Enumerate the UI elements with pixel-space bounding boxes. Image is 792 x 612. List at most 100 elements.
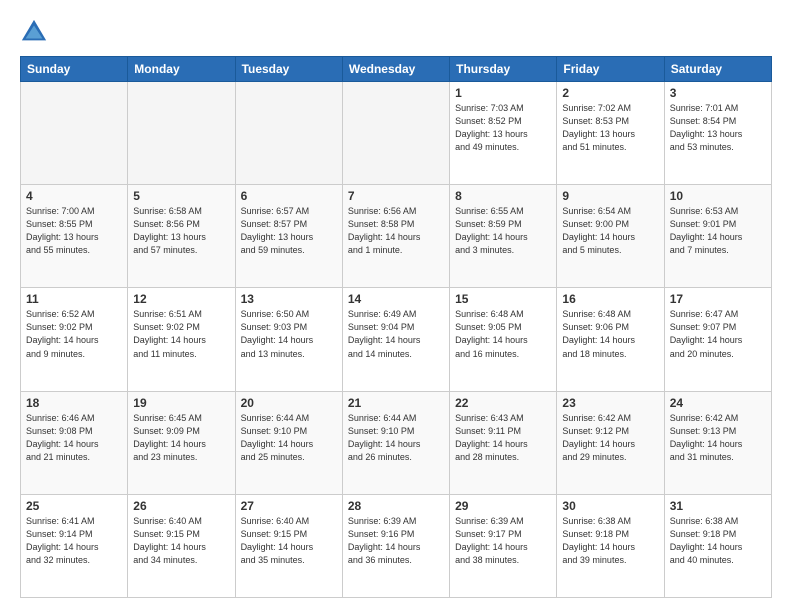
day-info: Sunrise: 6:54 AM Sunset: 9:00 PM Dayligh… (562, 205, 658, 257)
weekday-header-monday: Monday (128, 57, 235, 82)
calendar-cell: 30 Sunrise: 6:38 AM Sunset: 9:18 PM Dayli… (557, 494, 664, 597)
day-number: 22 (455, 396, 551, 410)
calendar-cell: 2 Sunrise: 7:02 AM Sunset: 8:53 PM Daylig… (557, 82, 664, 185)
day-info: Sunrise: 6:42 AM Sunset: 9:13 PM Dayligh… (670, 412, 766, 464)
day-info: Sunrise: 6:46 AM Sunset: 9:08 PM Dayligh… (26, 412, 122, 464)
calendar-cell: 21 Sunrise: 6:44 AM Sunset: 9:10 PM Dayli… (342, 391, 449, 494)
calendar-cell: 1Sunrise: 7:03 AM Sunset: 8:52 PM Daylig… (450, 82, 557, 185)
day-info: Sunrise: 6:43 AM Sunset: 9:11 PM Dayligh… (455, 412, 551, 464)
day-number: 24 (670, 396, 766, 410)
day-info: Sunrise: 6:51 AM Sunset: 9:02 PM Dayligh… (133, 308, 229, 360)
day-number: 15 (455, 292, 551, 306)
calendar-cell: 24 Sunrise: 6:42 AM Sunset: 9:13 PM Dayli… (664, 391, 771, 494)
calendar-cell: 23 Sunrise: 6:42 AM Sunset: 9:12 PM Dayli… (557, 391, 664, 494)
day-info: Sunrise: 6:42 AM Sunset: 9:12 PM Dayligh… (562, 412, 658, 464)
calendar-cell: 11 Sunrise: 6:52 AM Sunset: 9:02 PM Dayli… (21, 288, 128, 391)
calendar-cell: 3 Sunrise: 7:01 AM Sunset: 8:54 PM Daylig… (664, 82, 771, 185)
day-info: Sunrise: 6:44 AM Sunset: 9:10 PM Dayligh… (348, 412, 444, 464)
calendar-cell: 16 Sunrise: 6:48 AM Sunset: 9:06 PM Dayli… (557, 288, 664, 391)
day-number: 27 (241, 499, 337, 513)
day-info: Sunrise: 6:48 AM Sunset: 9:06 PM Dayligh… (562, 308, 658, 360)
day-info: Sunrise: 6:50 AM Sunset: 9:03 PM Dayligh… (241, 308, 337, 360)
day-info: Sunrise: 6:47 AM Sunset: 9:07 PM Dayligh… (670, 308, 766, 360)
day-number: 3 (670, 86, 766, 100)
day-number: 7 (348, 189, 444, 203)
calendar-cell: 15 Sunrise: 6:48 AM Sunset: 9:05 PM Dayli… (450, 288, 557, 391)
calendar-cell: 14 Sunrise: 6:49 AM Sunset: 9:04 PM Dayli… (342, 288, 449, 391)
calendar-cell: 18Sunrise: 6:46 AM Sunset: 9:08 PM Dayli… (21, 391, 128, 494)
day-number: 29 (455, 499, 551, 513)
calendar-cell: 13 Sunrise: 6:50 AM Sunset: 9:03 PM Dayli… (235, 288, 342, 391)
week-row-1: 1Sunrise: 7:03 AM Sunset: 8:52 PM Daylig… (21, 82, 772, 185)
calendar-cell: 7Sunrise: 6:56 AM Sunset: 8:58 PM Daylig… (342, 185, 449, 288)
calendar-cell: 5 Sunrise: 6:58 AM Sunset: 8:56 PM Daylig… (128, 185, 235, 288)
day-number: 14 (348, 292, 444, 306)
day-info: Sunrise: 6:39 AM Sunset: 9:17 PM Dayligh… (455, 515, 551, 567)
day-number: 4 (26, 189, 122, 203)
day-info: Sunrise: 6:55 AM Sunset: 8:59 PM Dayligh… (455, 205, 551, 257)
weekday-header-sunday: Sunday (21, 57, 128, 82)
calendar-cell: 25Sunrise: 6:41 AM Sunset: 9:14 PM Dayli… (21, 494, 128, 597)
day-info: Sunrise: 6:49 AM Sunset: 9:04 PM Dayligh… (348, 308, 444, 360)
weekday-header-friday: Friday (557, 57, 664, 82)
calendar-cell: 8 Sunrise: 6:55 AM Sunset: 8:59 PM Daylig… (450, 185, 557, 288)
calendar: SundayMondayTuesdayWednesdayThursdayFrid… (20, 56, 772, 598)
day-info: Sunrise: 6:40 AM Sunset: 9:15 PM Dayligh… (133, 515, 229, 567)
calendar-cell: 27 Sunrise: 6:40 AM Sunset: 9:15 PM Dayli… (235, 494, 342, 597)
day-number: 16 (562, 292, 658, 306)
day-number: 20 (241, 396, 337, 410)
week-row-3: 11 Sunrise: 6:52 AM Sunset: 9:02 PM Dayli… (21, 288, 772, 391)
day-info: Sunrise: 7:01 AM Sunset: 8:54 PM Dayligh… (670, 102, 766, 154)
day-number: 30 (562, 499, 658, 513)
day-info: Sunrise: 6:44 AM Sunset: 9:10 PM Dayligh… (241, 412, 337, 464)
day-number: 25 (26, 499, 122, 513)
day-info: Sunrise: 6:40 AM Sunset: 9:15 PM Dayligh… (241, 515, 337, 567)
day-number: 21 (348, 396, 444, 410)
week-row-4: 18Sunrise: 6:46 AM Sunset: 9:08 PM Dayli… (21, 391, 772, 494)
day-number: 9 (562, 189, 658, 203)
day-number: 17 (670, 292, 766, 306)
calendar-cell (235, 82, 342, 185)
day-info: Sunrise: 6:48 AM Sunset: 9:05 PM Dayligh… (455, 308, 551, 360)
day-info: Sunrise: 6:38 AM Sunset: 9:18 PM Dayligh… (562, 515, 658, 567)
calendar-cell: 17 Sunrise: 6:47 AM Sunset: 9:07 PM Dayli… (664, 288, 771, 391)
day-number: 8 (455, 189, 551, 203)
weekday-header-wednesday: Wednesday (342, 57, 449, 82)
day-number: 23 (562, 396, 658, 410)
logo (20, 18, 52, 46)
day-info: Sunrise: 6:52 AM Sunset: 9:02 PM Dayligh… (26, 308, 122, 360)
calendar-cell: 6 Sunrise: 6:57 AM Sunset: 8:57 PM Daylig… (235, 185, 342, 288)
calendar-cell: 4Sunrise: 7:00 AM Sunset: 8:55 PM Daylig… (21, 185, 128, 288)
day-info: Sunrise: 7:02 AM Sunset: 8:53 PM Dayligh… (562, 102, 658, 154)
calendar-cell: 20 Sunrise: 6:44 AM Sunset: 9:10 PM Dayli… (235, 391, 342, 494)
calendar-cell: 26 Sunrise: 6:40 AM Sunset: 9:15 PM Dayli… (128, 494, 235, 597)
calendar-cell: 10 Sunrise: 6:53 AM Sunset: 9:01 PM Dayli… (664, 185, 771, 288)
weekday-header-thursday: Thursday (450, 57, 557, 82)
day-number: 12 (133, 292, 229, 306)
day-info: Sunrise: 6:58 AM Sunset: 8:56 PM Dayligh… (133, 205, 229, 257)
day-number: 5 (133, 189, 229, 203)
day-number: 13 (241, 292, 337, 306)
day-info: Sunrise: 6:39 AM Sunset: 9:16 PM Dayligh… (348, 515, 444, 567)
weekday-header-tuesday: Tuesday (235, 57, 342, 82)
calendar-cell: 31Sunrise: 6:38 AM Sunset: 9:18 PM Dayli… (664, 494, 771, 597)
day-number: 26 (133, 499, 229, 513)
calendar-cell (342, 82, 449, 185)
day-number: 6 (241, 189, 337, 203)
day-number: 2 (562, 86, 658, 100)
calendar-cell (21, 82, 128, 185)
day-number: 28 (348, 499, 444, 513)
calendar-cell: 19Sunrise: 6:45 AM Sunset: 9:09 PM Dayli… (128, 391, 235, 494)
calendar-cell: 9 Sunrise: 6:54 AM Sunset: 9:00 PM Daylig… (557, 185, 664, 288)
day-info: Sunrise: 6:57 AM Sunset: 8:57 PM Dayligh… (241, 205, 337, 257)
calendar-cell (128, 82, 235, 185)
page: SundayMondayTuesdayWednesdayThursdayFrid… (0, 0, 792, 612)
week-row-2: 4Sunrise: 7:00 AM Sunset: 8:55 PM Daylig… (21, 185, 772, 288)
weekday-header-row: SundayMondayTuesdayWednesdayThursdayFrid… (21, 57, 772, 82)
day-info: Sunrise: 6:53 AM Sunset: 9:01 PM Dayligh… (670, 205, 766, 257)
calendar-cell: 22 Sunrise: 6:43 AM Sunset: 9:11 PM Dayli… (450, 391, 557, 494)
day-number: 11 (26, 292, 122, 306)
calendar-cell: 29 Sunrise: 6:39 AM Sunset: 9:17 PM Dayli… (450, 494, 557, 597)
day-number: 10 (670, 189, 766, 203)
day-info: Sunrise: 6:38 AM Sunset: 9:18 PM Dayligh… (670, 515, 766, 567)
